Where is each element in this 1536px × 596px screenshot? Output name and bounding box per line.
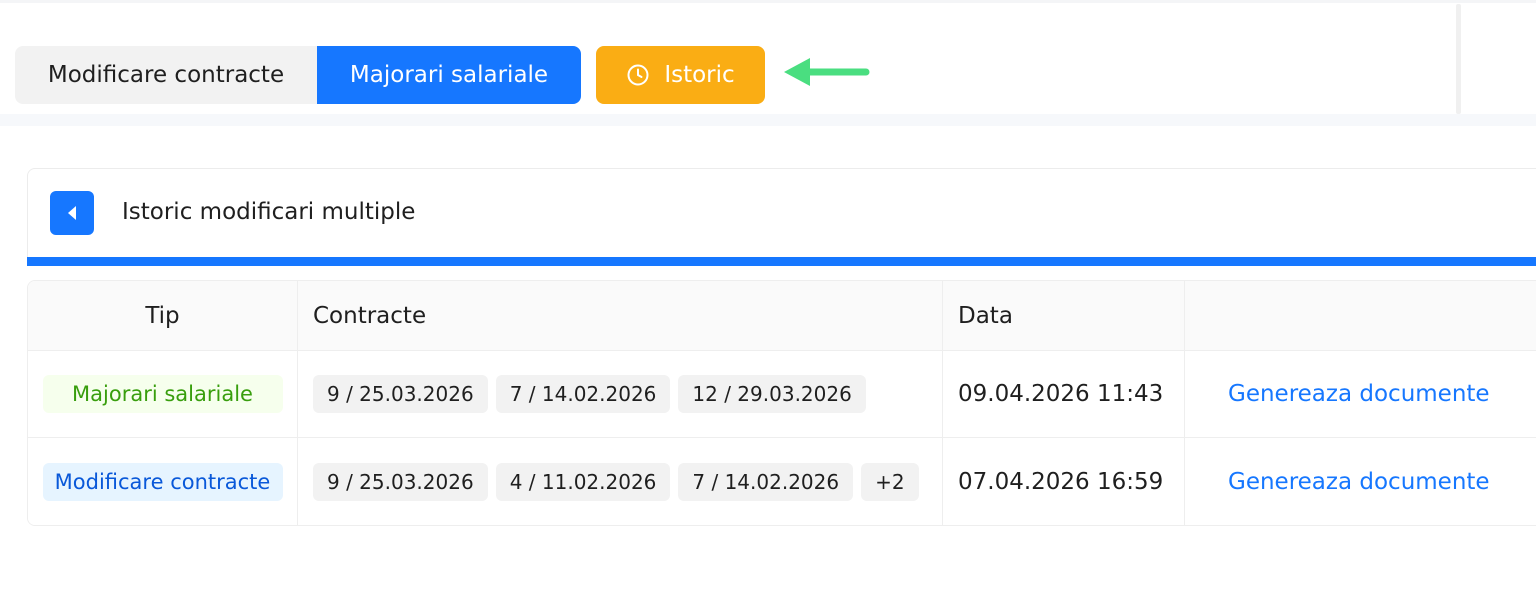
- top-toolbar: Modificare contracte Majorari salariale …: [0, 0, 1536, 126]
- column-header-tip: Tip: [28, 281, 298, 350]
- action-cell: Genereaza documente: [1185, 351, 1536, 437]
- toolbar-bottom-band: [0, 114, 1536, 126]
- caret-left-icon: [68, 206, 76, 220]
- table-row: Modificare contracte 9 / 25.03.2026 4 / …: [28, 438, 1536, 525]
- toolbar-divider: [1456, 4, 1461, 114]
- contract-chip: 12 / 29.03.2026: [678, 375, 866, 413]
- arrow-left-icon: [784, 58, 870, 86]
- column-header-contracte: Contracte: [298, 281, 943, 350]
- type-tag: Modificare contracte: [42, 462, 283, 501]
- generate-documents-link[interactable]: Genereaza documente: [1228, 469, 1490, 495]
- type-cell: Majorari salariale: [28, 351, 298, 437]
- clock-icon: [626, 63, 650, 87]
- panel-accent-bar: [27, 257, 1536, 266]
- history-button-label: Istoric: [664, 62, 735, 88]
- history-table: Tip Contracte Data Majorari salariale 9 …: [27, 280, 1536, 526]
- tab-modificare-contracte[interactable]: Modificare contracte: [15, 46, 317, 104]
- type-cell: Modificare contracte: [28, 438, 298, 525]
- date-value: 09.04.2026 11:43: [958, 381, 1164, 407]
- contract-chip: 9 / 25.03.2026: [313, 375, 488, 413]
- more-contracts-chip[interactable]: +2: [861, 462, 919, 501]
- generate-documents-link[interactable]: Genereaza documente: [1228, 381, 1490, 407]
- contract-chip: 7 / 14.02.2026: [495, 375, 671, 413]
- action-cell: Genereaza documente: [1185, 438, 1536, 525]
- view-switcher: Modificare contracte Majorari salariale: [15, 46, 581, 104]
- table-row: Majorari salariale 9 / 25.03.2026 7 / 14…: [28, 351, 1536, 438]
- column-header-data: Data: [943, 281, 1185, 350]
- contract-chip: 7 / 14.02.2026: [678, 462, 854, 501]
- date-value: 07.04.2026 16:59: [958, 468, 1164, 495]
- panel-title: Istoric modificari multiple: [122, 199, 416, 225]
- back-button[interactable]: [50, 191, 94, 235]
- type-tag: Majorari salariale: [42, 375, 283, 413]
- column-header-actions: [1185, 281, 1536, 350]
- date-cell: 07.04.2026 16:59: [943, 438, 1185, 525]
- history-button[interactable]: Istoric: [596, 46, 765, 104]
- history-panel-header: Istoric modificari multiple: [27, 168, 1536, 262]
- contracts-cell: 9 / 25.03.2026 7 / 14.02.2026 12 / 29.03…: [298, 351, 943, 437]
- date-cell: 09.04.2026 11:43: [943, 351, 1185, 437]
- top-edge: [0, 0, 1536, 3]
- tab-majorari-salariale[interactable]: Majorari salariale: [317, 46, 581, 104]
- contracts-cell: 9 / 25.03.2026 4 / 11.02.2026 7 / 14.02.…: [298, 438, 943, 525]
- table-header: Tip Contracte Data: [28, 281, 1536, 351]
- contract-chip: 4 / 11.02.2026: [495, 462, 671, 501]
- contract-chip: 9 / 25.03.2026: [313, 462, 488, 501]
